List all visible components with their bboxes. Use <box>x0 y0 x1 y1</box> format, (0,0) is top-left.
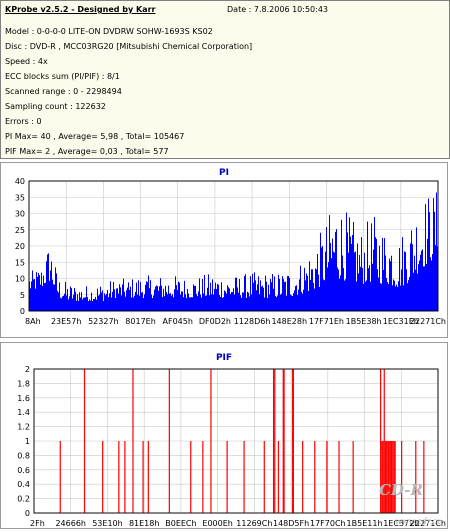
y-tick-label: 20 <box>15 242 25 251</box>
info-pi-stats: PI Max= 40 , Average= 5,98 , Total= 1054… <box>5 132 185 141</box>
y-tick-label: 35 <box>15 193 25 202</box>
x-tick-label: E000Eh <box>202 519 232 528</box>
y-tick-label: 2 <box>25 365 30 374</box>
watermark-logo: CD-R <box>379 481 423 499</box>
scan-date: Date : 7.8.2006 10:50:43 <box>227 5 328 14</box>
x-tick-label: AF045h <box>163 317 193 326</box>
chart-title: PI <box>219 168 229 178</box>
info-errors: Errors : 0 <box>5 117 42 126</box>
x-tick-label: 23E57h <box>51 317 81 326</box>
info-range: Scanned range : 0 - 2298494 <box>5 87 122 96</box>
y-tick-label: 30 <box>15 210 25 219</box>
x-tick-label: 24666h <box>55 519 86 528</box>
pif-chart-panel: PIF 0 0.2 0.4 0.6 0.8 1 1.2 1.4 1.6 1.8 2 2Fh 24666h 5… <box>0 342 448 529</box>
x-tick-label: B0EECh <box>165 519 196 528</box>
y-tick-label: 5 <box>20 291 25 300</box>
y-tick-label: 10 <box>15 275 25 284</box>
y-tick-label: 1.8 <box>17 379 30 388</box>
pi-chart-panel: PI 0 5 10 15 20 25 30 35 40 8Ah 23E57h 52327h 8017Eh A… <box>0 162 448 338</box>
chart-title: PIF <box>216 353 232 363</box>
info-disc: Disc : DVD-R , MCC03RG20 [Mitsubishi Che… <box>5 42 253 51</box>
info-panel: KProbe v2.5.2 - Designed by Karr Date : … <box>0 0 450 159</box>
y-tick-label: 1.4 <box>17 408 30 417</box>
y-tick-label: 0 <box>20 307 25 316</box>
x-tick-label: DF0D2h <box>199 317 231 326</box>
y-tick-label: 1.6 <box>17 394 30 403</box>
y-tick-label: 0.8 <box>17 451 30 460</box>
x-tick-label: 1128D6h <box>234 317 271 326</box>
x-tick-label: 53E10h <box>92 519 122 528</box>
x-tick-label: 8017Eh <box>125 317 155 326</box>
x-tick-label: 2Fh <box>30 519 45 528</box>
y-tick-label: 0.6 <box>17 466 30 475</box>
x-tick-label: 11269Ch <box>236 519 272 528</box>
x-tick-label: 8Ah <box>25 317 41 326</box>
y-tick-label: 15 <box>15 258 25 267</box>
y-tick-label: 0.4 <box>17 480 30 489</box>
x-tick-label: 17F71Eh <box>309 317 344 326</box>
y-tick-label: 1 <box>25 437 30 446</box>
y-tick-label: 25 <box>15 226 25 235</box>
y-tick-label: 40 <box>15 177 25 186</box>
x-tick-label: 148D5Fh <box>273 519 309 528</box>
y-tick-label: 0 <box>25 509 30 518</box>
pif-chart: PIF 0 0.2 0.4 0.6 0.8 1 1.2 1.4 1.6 1.8 2 2Fh 24666h 5… <box>17 353 446 528</box>
info-sampling: Sampling count : 122632 <box>5 102 106 111</box>
pi-chart: PI 0 5 10 15 20 25 30 35 40 8Ah 23E57h 52327h 8017Eh A… <box>15 168 446 326</box>
x-tick-label: 148E28h <box>271 317 307 326</box>
y-tick-label: 0.2 <box>17 495 30 504</box>
x-tick-label: 81E18h <box>129 519 159 528</box>
x-tick-label: 1B5E38h <box>346 317 382 326</box>
y-tick-label: 1.2 <box>17 423 30 432</box>
x-tick-label: 22271Ch <box>410 317 446 326</box>
info-speed: Speed : 4x <box>5 57 48 66</box>
info-model: Model : 0-0-0-0 LITE-ON DVDRW SOHW-1693S… <box>5 27 213 36</box>
x-tick-label: 17F70Ch <box>310 519 346 528</box>
x-tick-label: 1B5E11h <box>347 519 383 528</box>
info-ecc: ECC blocks sum (PI/PIF) : 8/1 <box>5 72 120 81</box>
app-title: KProbe v2.5.2 - Designed by Karr <box>5 5 156 14</box>
x-tick-label: 52327h <box>88 317 119 326</box>
info-pif-stats: PIF Max= 2 , Average= 0,03 , Total= 577 <box>5 147 169 156</box>
watermark-url: www.cdr.cz <box>395 517 442 526</box>
